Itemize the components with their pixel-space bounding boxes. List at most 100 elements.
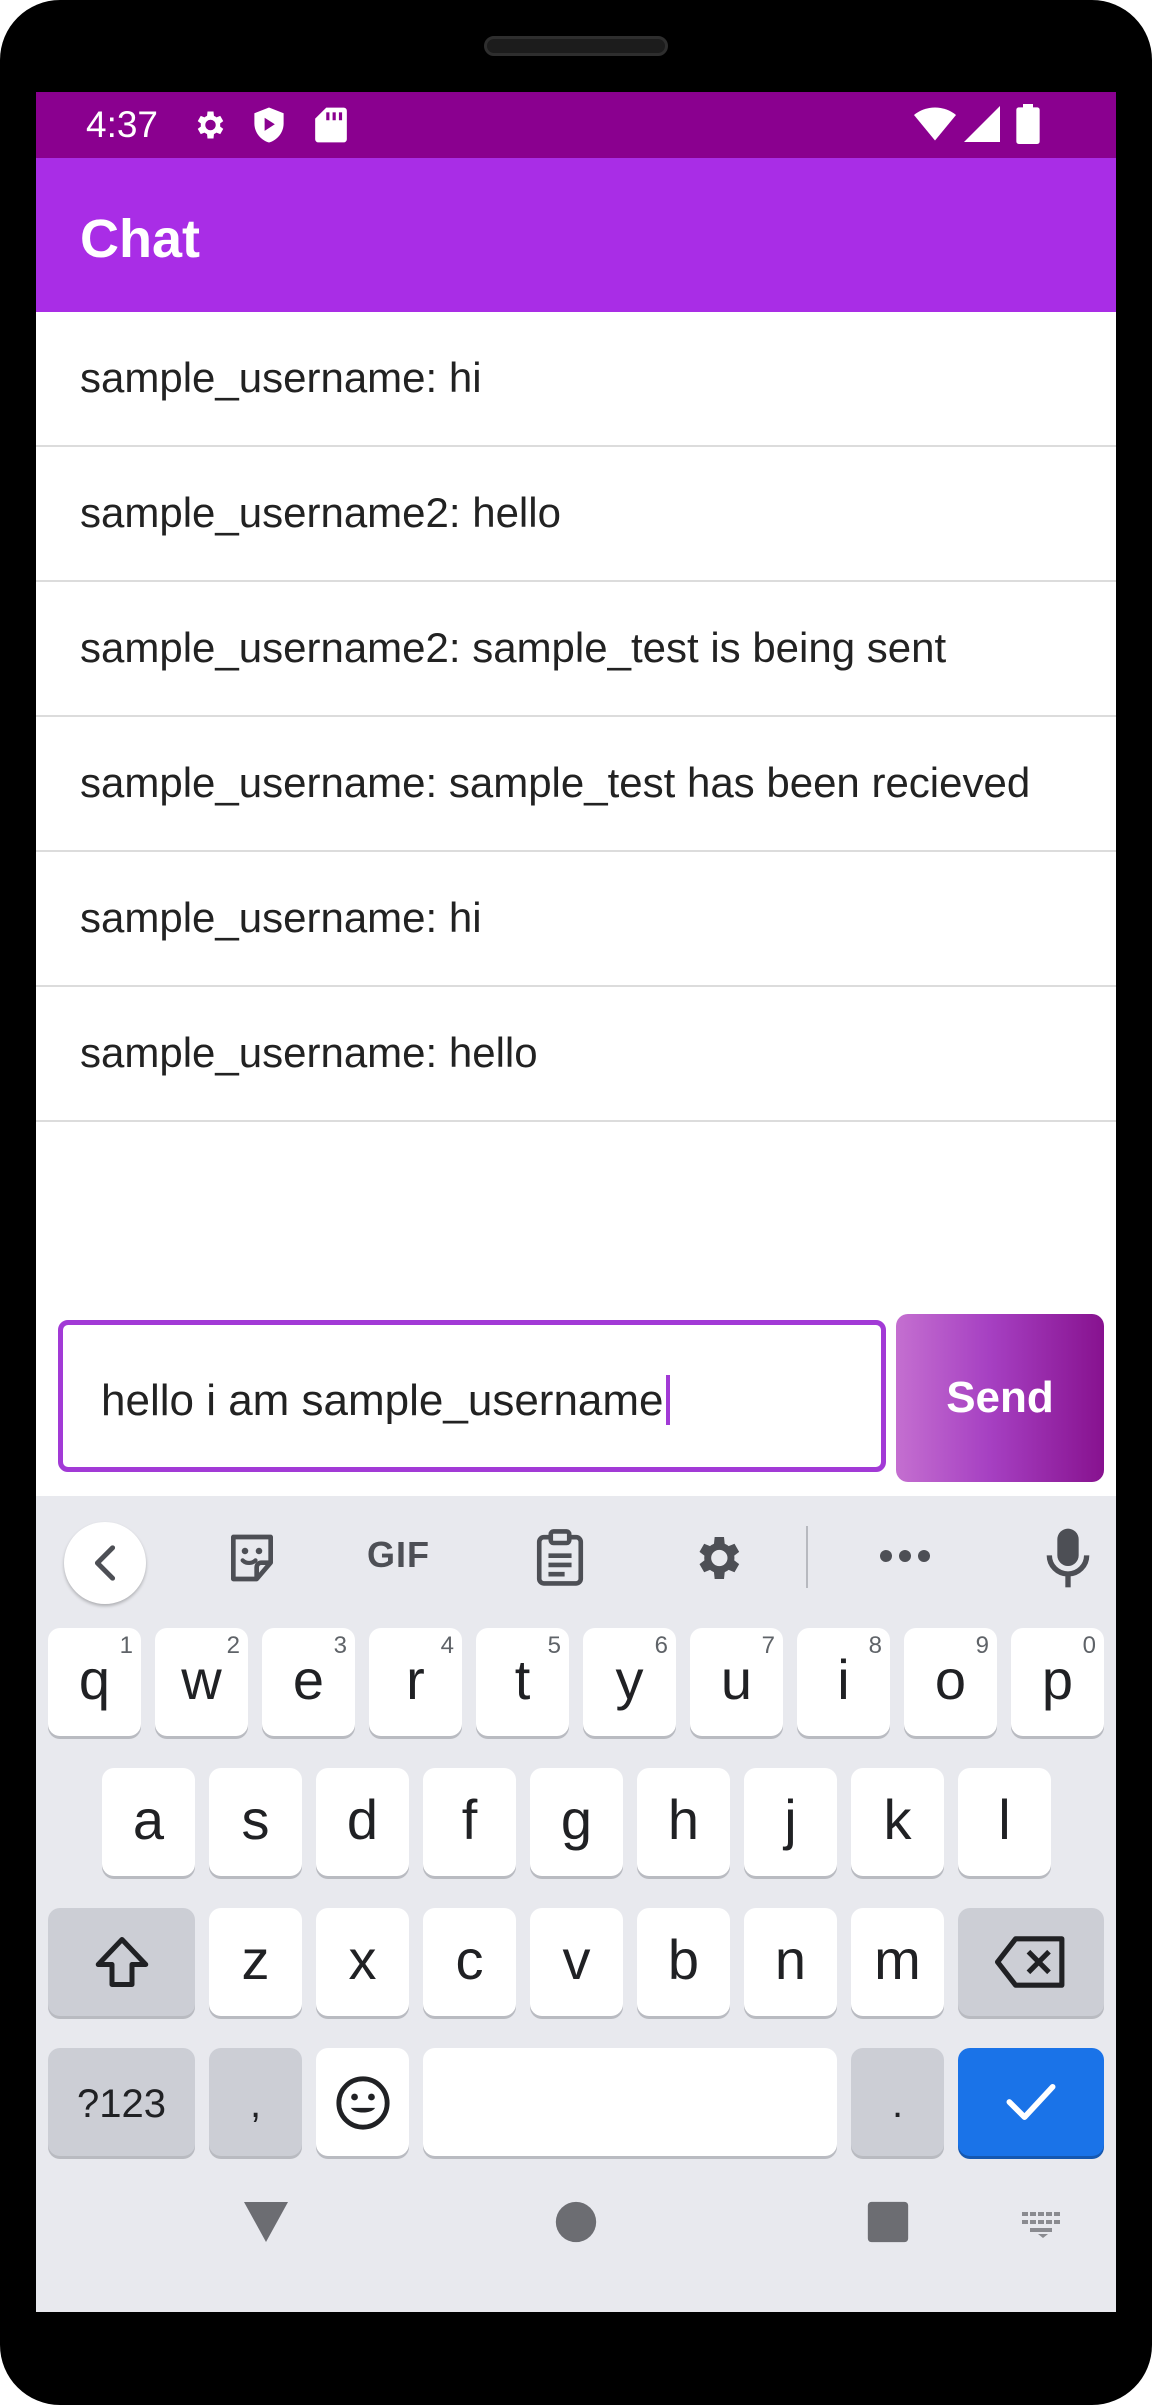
message-text: sample_username: hi — [80, 894, 482, 941]
key-label: k — [883, 1788, 912, 1851]
key-j[interactable]: j — [744, 1768, 837, 1876]
list-item[interactable]: sample_username2: hello — [36, 447, 1116, 582]
key-label: . — [891, 2082, 904, 2126]
period-key[interactable]: . — [851, 2048, 944, 2156]
key-p[interactable]: 0 p — [1011, 1628, 1104, 1736]
list-item[interactable]: sample_username: hi — [36, 852, 1116, 987]
key-q[interactable]: 1 q — [48, 1628, 141, 1736]
key-t[interactable]: 5 t — [476, 1628, 569, 1736]
list-item[interactable]: sample_username2: sample_test is being s… — [36, 582, 1116, 717]
sticker-icon[interactable] — [224, 1530, 280, 1586]
message-text: sample_username2: sample_test is being s… — [80, 624, 947, 671]
key-i[interactable]: 8 i — [797, 1628, 890, 1736]
key-c[interactable]: c — [423, 1908, 516, 2016]
key-label: x — [348, 1928, 377, 1991]
key-label: i — [837, 1648, 850, 1711]
more-icon[interactable] — [878, 1544, 932, 1568]
key-e[interactable]: 3 e — [262, 1628, 355, 1736]
phone-frame: 4:37 Chat sample_username: hi sample_use… — [0, 0, 1152, 2405]
key-label: v — [562, 1928, 591, 1991]
message-input[interactable]: hello i am sample_username — [58, 1320, 886, 1472]
list-item[interactable]: sample_username: hi — [36, 312, 1116, 447]
key-y[interactable]: 6 y — [583, 1628, 676, 1736]
message-input-value: hello i am sample_username — [101, 1375, 670, 1426]
key-s[interactable]: s — [209, 1768, 302, 1876]
text-cursor — [665, 1375, 670, 1425]
keyboard-switch-icon[interactable] — [1020, 2210, 1066, 2238]
key-label: a — [132, 1788, 165, 1851]
checkmark-icon — [1006, 2084, 1056, 2120]
message-text: sample_username: hi — [80, 354, 482, 401]
key-d[interactable]: d — [316, 1768, 409, 1876]
key-label: c — [455, 1928, 484, 1991]
back-triangle-icon[interactable] — [242, 2200, 290, 2244]
key-label: r — [406, 1648, 425, 1711]
key-label: z — [241, 1928, 270, 1991]
keyboard-toolbar: GIF — [36, 1496, 1116, 1622]
key-label: u — [720, 1648, 753, 1711]
key-a[interactable]: a — [102, 1768, 195, 1876]
message-list[interactable]: sample_username: hi sample_username2: he… — [36, 312, 1116, 1122]
screen: 4:37 Chat sample_username: hi sample_use… — [36, 92, 1116, 2312]
space-bar[interactable] — [423, 2048, 837, 2156]
backspace-key[interactable] — [958, 1908, 1104, 2016]
key-u[interactable]: 7 u — [690, 1628, 783, 1736]
shield-play-icon — [254, 107, 284, 143]
settings-icon[interactable] — [689, 1530, 745, 1586]
app-bar: Chat — [36, 158, 1116, 312]
key-x[interactable]: x — [316, 1908, 409, 2016]
earpiece-speaker — [484, 36, 668, 56]
key-label: w — [181, 1648, 222, 1711]
key-h[interactable]: h — [637, 1768, 730, 1876]
key-label: q — [78, 1648, 111, 1711]
key-label: o — [934, 1648, 967, 1711]
key-label: d — [346, 1788, 379, 1851]
symbols-key[interactable]: ?123 — [48, 2048, 195, 2156]
key-label: b — [667, 1928, 700, 1991]
recents-square-icon[interactable] — [866, 2200, 910, 2244]
key-f[interactable]: f — [423, 1768, 516, 1876]
key-l[interactable]: l — [958, 1768, 1051, 1876]
back-chevron-icon — [94, 1545, 116, 1581]
key-o[interactable]: 9 o — [904, 1628, 997, 1736]
key-v[interactable]: v — [530, 1908, 623, 2016]
list-item[interactable]: sample_username: hello — [36, 987, 1116, 1122]
home-circle-icon[interactable] — [554, 2200, 598, 2244]
battery-icon — [1016, 104, 1040, 144]
key-label: g — [560, 1788, 593, 1851]
key-m[interactable]: m — [851, 1908, 944, 2016]
message-input-text: hello i am sample_username — [101, 1376, 664, 1425]
key-label: h — [667, 1788, 700, 1851]
page-title: Chat — [80, 209, 200, 269]
send-button[interactable]: Send — [896, 1314, 1104, 1482]
key-r[interactable]: 4 r — [369, 1628, 462, 1736]
sd-card-icon — [315, 107, 347, 143]
key-z[interactable]: z — [209, 1908, 302, 2016]
key-n[interactable]: n — [744, 1908, 837, 2016]
emoji-key[interactable] — [316, 2048, 409, 2156]
key-k[interactable]: k — [851, 1768, 944, 1876]
shift-icon — [95, 1937, 149, 1987]
gear-icon — [197, 111, 224, 139]
clipboard-icon[interactable] — [532, 1528, 588, 1588]
gif-icon[interactable]: GIF — [367, 1534, 430, 1576]
key-label: f — [461, 1788, 478, 1851]
comma-key[interactable]: , — [209, 2048, 302, 2156]
key-label: t — [514, 1648, 531, 1711]
key-w[interactable]: 2 w — [155, 1628, 248, 1736]
key-label: l — [998, 1788, 1011, 1851]
key-b[interactable]: b — [637, 1908, 730, 2016]
backspace-icon — [995, 1936, 1065, 1988]
key-label: y — [615, 1648, 644, 1711]
key-label: ?123 — [77, 2082, 166, 2126]
key-g[interactable]: g — [530, 1768, 623, 1876]
list-item[interactable]: sample_username: sample_test has been re… — [36, 717, 1116, 852]
microphone-icon[interactable] — [1044, 1526, 1092, 1590]
key-label: s — [241, 1788, 270, 1851]
navigation-bar — [36, 2164, 1116, 2312]
key-label: m — [874, 1928, 921, 1991]
enter-key[interactable] — [958, 2048, 1104, 2156]
key-label: e — [292, 1648, 325, 1711]
keyboard-collapse-button[interactable] — [64, 1522, 146, 1604]
shift-key[interactable] — [48, 1908, 195, 2016]
